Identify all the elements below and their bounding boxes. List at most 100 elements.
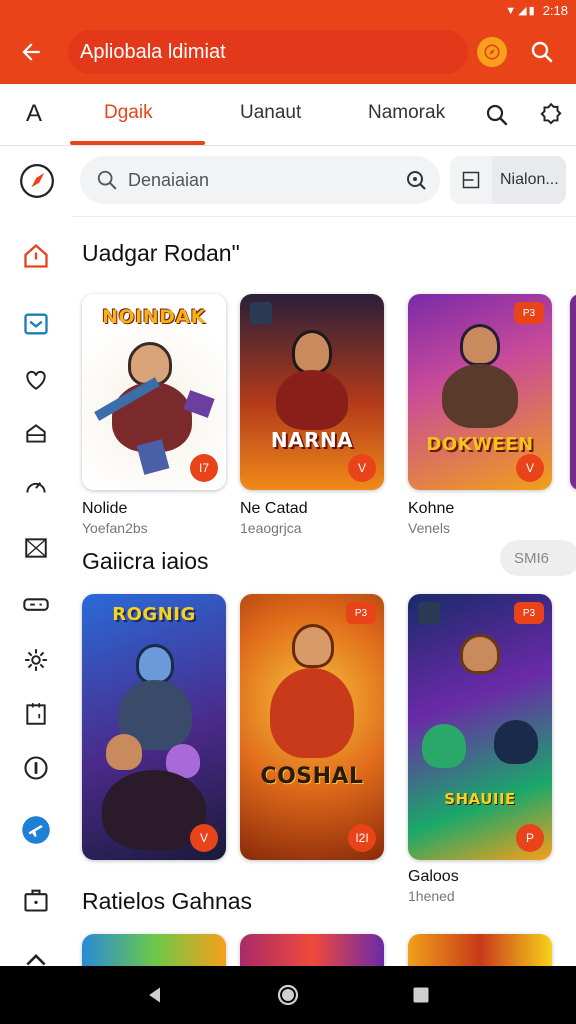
search-placeholder: Denaiaian xyxy=(128,169,210,190)
game-logo-4: ROGNIG xyxy=(112,604,196,625)
main-content: Denaiaian Nialon... Uadgar Rodan" NOINDA… xyxy=(72,146,576,966)
compass-icon xyxy=(20,164,54,198)
triangle-back-icon xyxy=(149,987,160,1003)
game-card-3[interactable]: P3 DOKWEEN V xyxy=(408,294,552,490)
sidebar-item-checked[interactable] xyxy=(16,304,56,344)
tab-dgaik[interactable]: Dgaik xyxy=(104,102,153,124)
app-screen: ▼◢▮ 2:18 Apliobala ldimiat A Dgaik Uanau… xyxy=(0,0,576,1024)
document-icon xyxy=(26,703,46,725)
search-input[interactable]: Denaiaian xyxy=(80,156,440,204)
hero-head xyxy=(292,330,332,374)
game-tag-6: P3 xyxy=(514,602,544,624)
game-art-1: NOINDAK I7 xyxy=(82,294,226,490)
game-card-8[interactable] xyxy=(240,934,384,966)
game-logo-2: NARNA xyxy=(270,428,354,452)
game-card-1[interactable]: NOINDAK I7 xyxy=(82,294,226,490)
game-art-5: P3 COSHAL I2I xyxy=(240,594,384,860)
nav-recents-button[interactable] xyxy=(406,980,436,1010)
filter-chip[interactable]: Nialon... xyxy=(450,156,566,204)
game-subtitle-3: Venels xyxy=(408,520,451,536)
sidebar-item-briefcase[interactable] xyxy=(16,880,56,920)
sidebar-item-power[interactable] xyxy=(16,748,56,788)
game-card-4[interactable]: ROGNIG V xyxy=(82,594,226,860)
sidebar-item-favorites[interactable] xyxy=(16,360,56,400)
sidebar-item-compass[interactable] xyxy=(16,160,58,202)
game-card-9[interactable] xyxy=(408,934,552,966)
game-tag-5: P3 xyxy=(346,602,376,624)
active-tab-indicator xyxy=(70,141,205,145)
app-bar: Apliobala ldimiat xyxy=(0,20,576,84)
hero-body xyxy=(442,364,518,428)
play-store-icon xyxy=(250,302,272,324)
game-logo-3: DOKWEEN xyxy=(426,434,534,455)
game-card-7[interactable] xyxy=(82,934,226,966)
search-button[interactable] xyxy=(522,32,562,72)
sidebar-item-document[interactable] xyxy=(16,694,56,734)
game-title-1: Nolide xyxy=(82,500,128,517)
sidebar-item-controller[interactable] xyxy=(16,584,56,624)
sidebar-item-flights[interactable] xyxy=(16,810,56,850)
checkbox-icon xyxy=(24,313,48,335)
sidebar-item-gallery[interactable] xyxy=(16,528,56,568)
filter-icon xyxy=(450,156,492,204)
heart-icon xyxy=(26,370,46,390)
sidebar-item-inbox[interactable] xyxy=(16,414,56,454)
see-more-button[interactable]: SMI6 xyxy=(500,540,576,576)
tab-a[interactable]: A xyxy=(16,100,52,130)
game-title-3: Kohne xyxy=(408,500,455,517)
hero-head xyxy=(292,624,334,668)
tab-badge-button[interactable] xyxy=(534,98,568,132)
game-logo-5: COSHAL xyxy=(260,764,364,789)
ally-head xyxy=(106,734,142,770)
nav-home-button[interactable] xyxy=(273,980,303,1010)
plane-icon xyxy=(22,816,50,844)
game-logo-1: NOINDAK xyxy=(102,306,206,328)
game-title-2: Ne Catad xyxy=(240,500,308,517)
search-icon xyxy=(531,41,553,63)
game-badge-3: V xyxy=(516,454,544,482)
gear-icon xyxy=(25,649,47,671)
game-card-peek[interactable] xyxy=(570,294,576,490)
game-tag-3: P3 xyxy=(514,302,544,324)
lens-icon[interactable] xyxy=(404,168,428,197)
game-logo-6: SHAUIIE xyxy=(444,790,516,808)
game-card-2[interactable]: NARNA V xyxy=(240,294,384,490)
square-recents-icon xyxy=(413,987,429,1003)
hero-body xyxy=(276,370,348,430)
search-icon xyxy=(486,104,508,126)
section-title-1: Uadgar Rodan" xyxy=(82,240,240,266)
play-store-icon xyxy=(418,602,440,624)
app-title: Apliobala ldimiat xyxy=(68,30,468,74)
game-card-6[interactable]: P3 SHAUIIE P xyxy=(408,594,552,860)
game-art-3: P3 DOKWEEN V xyxy=(408,294,552,490)
game-card-5[interactable]: P3 COSHAL I2I xyxy=(240,594,384,860)
back-button[interactable] xyxy=(0,20,62,84)
section-title-3: Ratielos Gahnas xyxy=(82,888,253,914)
back-arrow-icon xyxy=(22,43,40,61)
sidebar-item-settings[interactable] xyxy=(16,640,56,680)
leaf-icon xyxy=(24,756,48,780)
game-art-6: P3 SHAUIIE P xyxy=(408,594,552,860)
tab-namorak[interactable]: Namorak xyxy=(368,102,445,124)
inbox-icon xyxy=(26,424,46,443)
hero-head xyxy=(136,644,174,684)
section-title-2: Gaiicra iaios xyxy=(82,548,209,574)
search-icon xyxy=(96,169,118,191)
tab-uanaut[interactable]: Uanaut xyxy=(240,102,301,124)
explore-button[interactable] xyxy=(472,32,512,72)
game-art-2: NARNA V xyxy=(240,294,384,490)
hero-head xyxy=(460,634,500,674)
game-badge-2: V xyxy=(348,454,376,482)
game-art-4: ROGNIG V xyxy=(82,594,226,860)
game-badge-6: P xyxy=(516,824,544,852)
tab-search-button[interactable] xyxy=(480,98,514,132)
nav-back-button[interactable] xyxy=(140,980,170,1010)
sidebar xyxy=(0,146,72,966)
hero-head xyxy=(460,324,500,366)
gauge-icon xyxy=(26,482,46,493)
sidebar-item-home[interactable] xyxy=(16,236,56,276)
game-title-6: Galoos xyxy=(408,868,459,885)
sidebar-item-speed[interactable] xyxy=(16,466,56,506)
game-badge-4: V xyxy=(190,824,218,852)
filter-chip-label: Nialon... xyxy=(500,171,559,188)
